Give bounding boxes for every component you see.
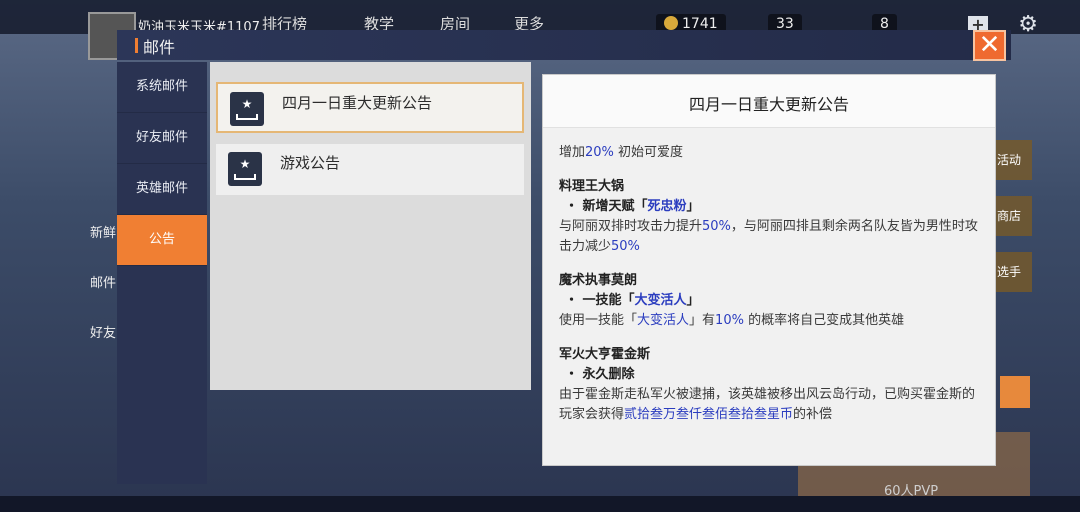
- side-new[interactable]: 新鲜: [90, 222, 116, 241]
- section-desc: 使用一技能「大变活人」有10% 的概率将自己变成其他英雄: [559, 313, 905, 328]
- section-desc: 与阿丽双排时攻击力提升50%，与阿丽四排且剩余两名队友皆为男性时攻击力减少50%: [559, 219, 978, 254]
- mail-category-sidebar: 系统邮件 好友邮件 英雄邮件 公告: [117, 62, 207, 484]
- sidebar-item-friend-mail[interactable]: 好友邮件: [117, 113, 207, 164]
- coin-icon: [664, 16, 678, 30]
- mailbox-star-icon: ★: [230, 92, 264, 126]
- gear-icon[interactable]: ⚙: [1018, 12, 1038, 37]
- dialog-title: 邮件: [143, 38, 176, 57]
- mail-item-april-update[interactable]: ★ 四月一日重大更新公告: [216, 82, 524, 133]
- mailbox-star-icon: ★: [228, 152, 262, 186]
- dialog-header: 邮件: [117, 30, 1011, 60]
- section-title: 军火大亨霍金斯: [559, 347, 651, 362]
- sidebar-item-announcement[interactable]: 公告: [117, 215, 207, 266]
- close-icon: ✕: [978, 30, 1001, 60]
- section-desc: 由于霍金斯走私军火被逮捕，该英雄被移出风云岛行动，已购买霍金斯的玩家会获得贰拾叁…: [559, 387, 976, 422]
- section-title: 魔术执事莫朗: [559, 273, 638, 288]
- close-button[interactable]: ✕: [973, 30, 1006, 61]
- game-bottom-bar: [0, 496, 1080, 512]
- section-magician-butler: 魔术执事莫朗 ・ 一技能「大变活人」 使用一技能「大变活人」有10% 的概率将自…: [559, 271, 987, 331]
- section-chef-cauldron: 料理王大锅 ・ 新增天赋「死忠粉」 与阿丽双排时攻击力提升50%，与阿丽四排且剩…: [559, 177, 987, 257]
- side-friends[interactable]: 好友: [90, 322, 116, 341]
- content-title: 四月一日重大更新公告: [688, 95, 849, 114]
- section-bullet: ・ 新增天赋「死忠粉」: [565, 199, 700, 214]
- side-mail[interactable]: 邮件: [90, 272, 116, 291]
- sidebar-item-hero-mail[interactable]: 英雄邮件: [117, 164, 207, 215]
- section-title: 料理王大锅: [559, 179, 625, 194]
- section-bullet: ・ 一技能「大变活人」: [565, 293, 700, 308]
- mail-item-game-announcement[interactable]: ★ 游戏公告: [216, 144, 524, 195]
- mail-list: ★ 四月一日重大更新公告 ★ 游戏公告: [210, 62, 531, 390]
- content-body: 增加20% 初始可爱度 料理王大锅 ・ 新增天赋「死忠粉」 与阿丽双排时攻击力提…: [559, 143, 987, 425]
- intro-line: 增加20% 初始可爱度: [559, 145, 684, 160]
- title-accent: [135, 38, 138, 53]
- side-banner: [1000, 376, 1030, 408]
- mail-item-title: 游戏公告: [280, 154, 341, 172]
- mail-content-panel: 四月一日重大更新公告 增加20% 初始可爱度 料理王大锅 ・ 新增天赋「死忠粉」…: [542, 74, 996, 466]
- section-arms-tycoon: 军火大亨霍金斯 ・ 永久删除 由于霍金斯走私军火被逮捕，该英雄被移出风云岛行动，…: [559, 345, 987, 425]
- sidebar-item-system-mail[interactable]: 系统邮件: [117, 62, 207, 113]
- mail-item-title: 四月一日重大更新公告: [282, 94, 433, 112]
- content-title-bar: 四月一日重大更新公告: [543, 75, 995, 128]
- section-bullet: ・ 永久删除: [565, 367, 635, 382]
